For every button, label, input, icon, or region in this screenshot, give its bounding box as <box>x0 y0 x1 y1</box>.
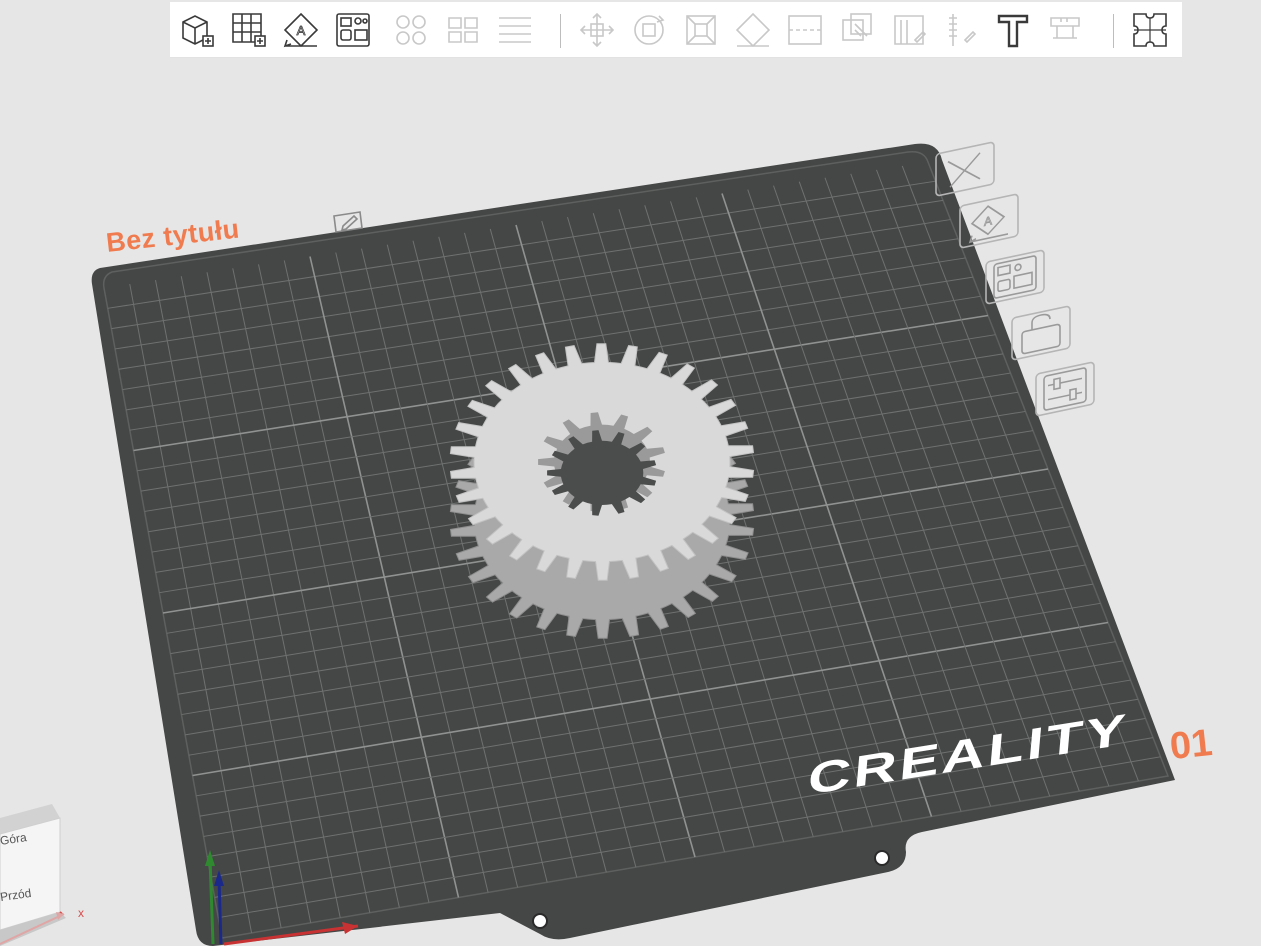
assembly-button[interactable] <box>1128 8 1172 52</box>
toolbar-separator <box>560 14 561 48</box>
split-parts-button[interactable] <box>441 8 485 52</box>
split-objects-button[interactable] <box>389 8 433 52</box>
plate-number: 01 <box>1167 721 1215 769</box>
move-icon <box>579 12 615 48</box>
seam-paint-button[interactable] <box>939 8 983 52</box>
measure-icon <box>1050 17 1080 39</box>
view-cube[interactable] <box>0 804 66 946</box>
move-button[interactable] <box>575 8 619 52</box>
variable-layer-button[interactable] <box>493 8 537 52</box>
boolean-button[interactable] <box>835 8 879 52</box>
layers-icon <box>499 17 531 43</box>
main-toolbar: A <box>170 2 1182 58</box>
orient-icon: A <box>283 12 319 48</box>
auto-orient-button[interactable]: A <box>279 8 323 52</box>
svg-text:A: A <box>297 23 306 38</box>
boolean-icon <box>842 13 872 41</box>
arrange-icon <box>336 13 370 47</box>
gear-model[interactable] <box>449 343 755 639</box>
x-axis-label: x <box>78 906 84 920</box>
support-paint-button[interactable] <box>887 8 931 52</box>
measure-button[interactable] <box>1043 8 1087 52</box>
seam-paint-icon <box>949 14 977 46</box>
scale-button[interactable] <box>679 8 723 52</box>
toolbar-separator <box>1113 14 1114 48</box>
rotate-icon <box>634 15 665 45</box>
split-parts-icon <box>448 17 478 43</box>
svg-text:A: A <box>984 213 993 229</box>
scale-icon <box>686 15 716 45</box>
puzzle-icon <box>1133 13 1167 47</box>
arrange-button[interactable] <box>331 8 375 52</box>
support-paint-icon <box>894 15 927 45</box>
lay-on-face-icon <box>735 12 771 48</box>
lay-on-face-button[interactable] <box>731 8 775 52</box>
build-plate-viewport[interactable] <box>0 0 1261 946</box>
grid-plus-icon <box>232 13 266 47</box>
split-objects-icon <box>396 15 426 45</box>
add-model-button[interactable] <box>175 8 219 52</box>
rotate-button[interactable] <box>627 8 671 52</box>
edit-title-icon[interactable] <box>330 206 366 234</box>
text-button[interactable] <box>991 8 1035 52</box>
cube-plus-icon <box>182 15 214 47</box>
add-plate-button[interactable] <box>227 8 271 52</box>
cut-icon <box>788 15 822 45</box>
text-icon <box>997 14 1029 48</box>
cut-button[interactable] <box>783 8 827 52</box>
